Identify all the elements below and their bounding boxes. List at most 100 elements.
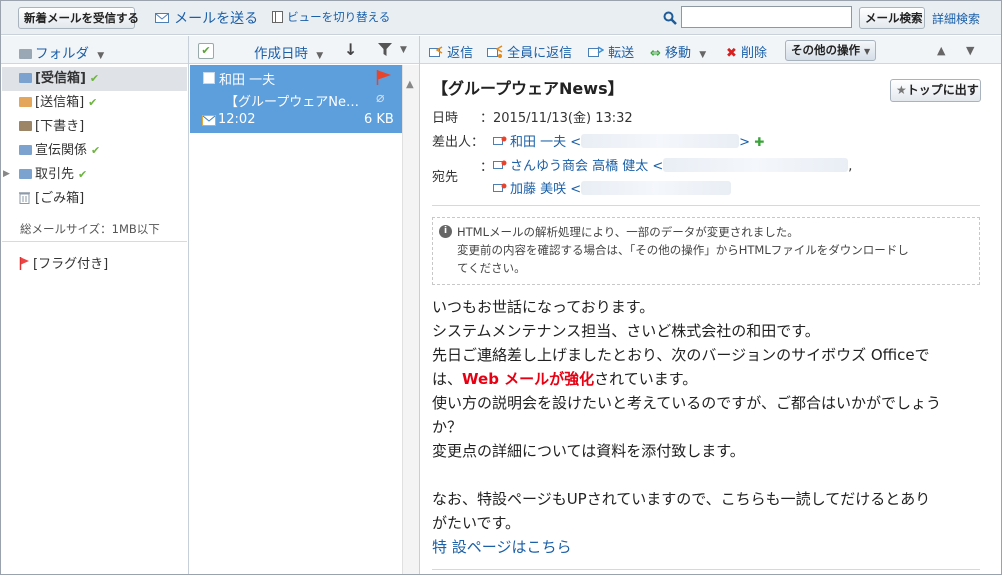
folder-clients[interactable]: 取引先 ✔: [2, 163, 187, 187]
contact-icon: [493, 183, 507, 192]
mail-list-row[interactable]: 和田 一夫 【グループウェアNe… ⌀ 12:02 6 KB: [190, 65, 402, 133]
folder-inbox[interactable]: [受信箱] ✔: [2, 67, 187, 91]
folder-label: 宣伝関係: [35, 143, 88, 158]
folder-sent[interactable]: [送信箱] ✔: [2, 91, 187, 115]
search-button[interactable]: メール検索: [859, 7, 925, 29]
mail-select-checkbox[interactable]: [203, 72, 215, 84]
folder-icon: [19, 145, 32, 155]
body-line: システムメンテナンス担当、さいど株式会社の和田です。: [432, 322, 820, 340]
send-mail-link[interactable]: メールを送る: [155, 8, 258, 28]
filter-icon[interactable]: [378, 43, 392, 60]
from-address[interactable]: 和田 一夫 < > ✚: [493, 131, 764, 150]
select-all-checkbox[interactable]: ✔: [198, 43, 214, 59]
body-line: がたいです。: [432, 514, 521, 532]
sent-folder-icon: [19, 97, 32, 107]
mail-subject: 【グループウェアNe…: [225, 95, 359, 110]
sort-label: 作成日時: [254, 46, 308, 62]
check-icon: ✔: [91, 144, 101, 157]
from-label: 差出人：: [432, 135, 485, 150]
recipient-name: さんゆう商会 高橋 健太 <: [510, 159, 664, 174]
reply-label: 返信: [447, 46, 474, 61]
info-icon: i: [439, 225, 452, 238]
sort-by-date-menu[interactable]: 作成日時 ▼: [254, 42, 323, 62]
previous-mail-icon[interactable]: ▲: [937, 44, 945, 57]
receive-mail-button[interactable]: 新着メールを受信する: [18, 7, 139, 29]
divider: [2, 241, 187, 242]
special-page-link[interactable]: 特 設ページはこちら: [432, 535, 977, 559]
folder-label: [下書き]: [35, 119, 85, 134]
forward-label: 転送: [608, 46, 635, 61]
folder-trash[interactable]: [ごみ箱]: [2, 187, 187, 211]
chevron-down-icon: ▼: [316, 51, 324, 61]
contact-icon: [493, 136, 507, 145]
reply-all-button[interactable]: 全員に返信: [487, 42, 572, 61]
body-line: 変更点の詳細については資料を添付致します。: [432, 442, 745, 460]
check-icon: ✔: [89, 72, 100, 85]
folder-icon: [19, 49, 32, 59]
recipient-name: 加藤 美咲 <: [510, 182, 582, 197]
folder-label: [ごみ箱]: [35, 191, 85, 206]
scroll-up-icon[interactable]: ▲: [406, 79, 414, 90]
flag-icon: [19, 257, 29, 270]
reply-icon: [429, 46, 443, 57]
divider: [432, 569, 980, 570]
body-line: 使い方の説明会を設けたいと考えているのですが、ご都合はいかがでしょう: [432, 394, 941, 412]
draft-folder-icon: [19, 121, 32, 131]
body-text: されています。: [594, 370, 698, 388]
contact-icon: [493, 160, 507, 169]
folder-flagged[interactable]: [フラグ付き]: [2, 253, 187, 277]
recipient-2[interactable]: 加藤 美咲 <: [493, 178, 732, 197]
delete-label: 削除: [741, 46, 768, 61]
pin-to-top-button[interactable]: ★トップに出す: [890, 79, 981, 102]
move-icon: ⇔: [650, 46, 661, 61]
redacted-email: [581, 134, 740, 148]
delete-icon: ✖: [726, 46, 737, 61]
delete-button[interactable]: ✖ 削除: [726, 42, 767, 61]
mail-time: 12:02: [218, 112, 256, 127]
mail-title: 【グループウェアNews】: [432, 79, 624, 98]
body-line: なお、特設ページもUPされていますので、こちらも一読してだけるとあり: [432, 490, 931, 508]
flag-icon[interactable]: [376, 70, 392, 85]
chevron-down-icon: ▼: [97, 51, 105, 61]
divider: [432, 205, 980, 206]
more-actions-button[interactable]: その他の操作 ▼: [785, 40, 876, 61]
add-address-icon[interactable]: ✚: [754, 135, 764, 149]
move-label: 移動: [665, 46, 692, 61]
search-input[interactable]: [681, 6, 852, 28]
more-actions-label: その他の操作: [791, 43, 860, 57]
sort-order-icon[interactable]: ↓: [344, 40, 357, 59]
next-mail-icon[interactable]: ▼: [966, 44, 974, 57]
chevron-down-icon[interactable]: ▼: [400, 45, 407, 55]
to-colon: ：: [480, 160, 494, 175]
notice-line: HTMLメールの解析処理により、一部のデータが変更されました。: [457, 225, 799, 239]
list-scrollbar[interactable]: ▲: [402, 65, 419, 574]
move-button[interactable]: ⇔ 移動 ▼: [650, 42, 706, 61]
folder-drafts[interactable]: [下書き]: [2, 115, 187, 139]
folder-icon: [19, 169, 32, 179]
body-line: いつもお世話になっております。: [432, 298, 655, 316]
attachment-icon: ⌀: [376, 90, 385, 106]
to-label: 宛先: [432, 170, 459, 185]
check-icon: ✔: [78, 168, 88, 181]
redacted-email: [663, 158, 849, 172]
inbox-folder-icon: [19, 73, 32, 83]
switch-view-label: ビューを切り替える: [287, 10, 391, 24]
folder-label: [フラグ付き]: [33, 257, 109, 272]
forward-button[interactable]: 転送: [588, 42, 634, 61]
recipient-1[interactable]: さんゆう商会 高橋 健太 <,: [493, 155, 852, 174]
reply-button[interactable]: 返信: [429, 42, 473, 61]
folder-label: 取引先: [35, 167, 75, 182]
folder-promotions[interactable]: 宣伝関係 ✔: [2, 139, 187, 163]
switch-view-link[interactable]: ビューを切り替える: [272, 9, 390, 25]
star-icon: ★: [896, 83, 907, 97]
folder-menu[interactable]: フォルダ ▼: [19, 42, 104, 62]
trash-icon: [19, 192, 30, 204]
body-line: か？: [432, 418, 463, 436]
divider: [188, 36, 189, 574]
sender-name: 和田 一夫 <: [510, 135, 582, 150]
forward-icon: [588, 46, 605, 57]
advanced-search-link[interactable]: 詳細検索: [932, 10, 980, 27]
search-icon: [663, 11, 677, 25]
mail-body: いつもお世話になっております。 システムメンテナンス担当、さいど株式会社の和田で…: [432, 295, 977, 559]
